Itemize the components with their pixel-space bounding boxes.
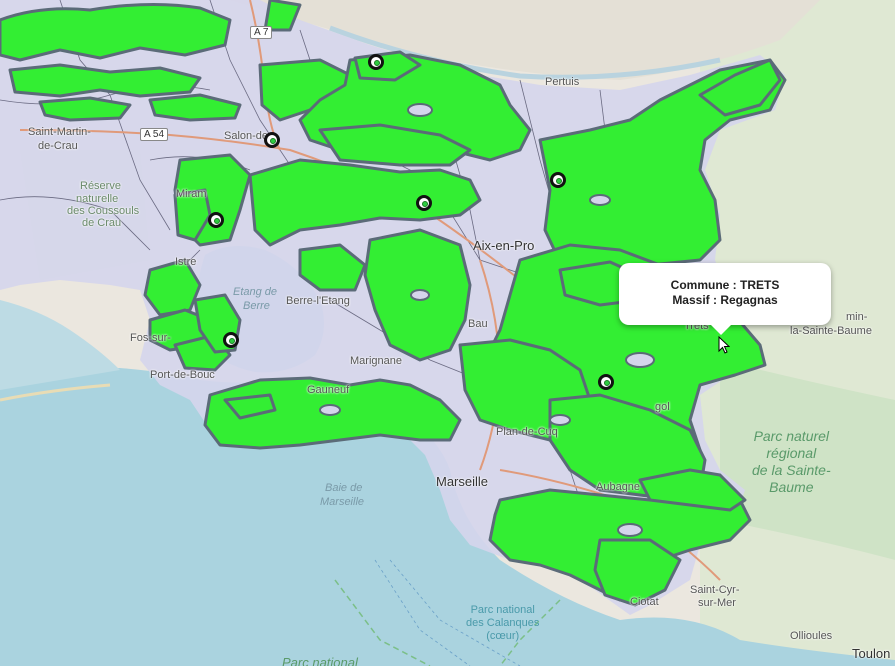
tooltip-pointer [711, 325, 731, 335]
reserve-label-2: naturelle [76, 193, 119, 205]
road-label-a54: A 54 [140, 128, 169, 141]
park-label-sainte-baume: Parc naturel régional de la Sainte- Baum… [752, 428, 831, 495]
water-label-etang-1: Etang de [233, 286, 278, 298]
place-label-ollioules: Ollioules [790, 630, 833, 642]
location-marker-1[interactable] [368, 54, 384, 70]
place-label-gol: gol [655, 401, 670, 413]
place-label-saint-martin: Saint-Martin- [28, 126, 91, 138]
place-label-gauneuf: Gauneuf [307, 384, 350, 396]
massif-tooltip: Commune : TRETS Massif : Regagnas [619, 263, 831, 335]
place-label-berre: Berre-l'Etang [286, 295, 350, 307]
road-label-a7: A 7 [250, 26, 273, 39]
location-marker-3[interactable] [550, 172, 566, 188]
place-label-marignane: Marignane [350, 355, 402, 367]
place-label-aix: Aix-en-Pro [473, 238, 535, 253]
place-label-port-de-bouc: Port-de-Bouc [150, 369, 215, 381]
place-label-istres: Istre [175, 256, 197, 268]
location-marker-4[interactable] [416, 195, 432, 211]
reserve-label-4: de Crau [82, 217, 122, 229]
map-view[interactable]: A 7 A 54 Pertuis Saint-Martin- de-Crau S… [0, 0, 895, 666]
reserve-label-3: des Coussouls [67, 205, 140, 217]
location-marker-7[interactable] [598, 374, 614, 390]
park-label-calanques: Parc national des Calanques (cœur) [466, 604, 540, 642]
place-label-saint-maximin: min- [846, 311, 868, 323]
place-label-saint-cyr-2: sur-Mer [698, 597, 736, 609]
water-label-baie-2: Marseille [320, 496, 365, 508]
place-label-toulon: Toulon [852, 646, 891, 661]
reserve-label-1: Réserve [80, 180, 121, 192]
location-marker-6[interactable] [223, 332, 239, 348]
place-label-pertuis: Pertuis [545, 76, 580, 88]
place-label-saint-cyr: Saint-Cyr- [690, 584, 740, 596]
water-label-etang-2: Berre [243, 300, 270, 312]
tooltip-commune: Commune : TRETS [670, 278, 780, 292]
place-label-saint-maximin-2: la-Sainte-Baume [790, 325, 872, 337]
location-marker-5[interactable] [208, 212, 224, 228]
place-label-fos: Fos-sur- [130, 332, 171, 344]
location-marker-2[interactable] [264, 132, 280, 148]
tooltip-massif: Massif : Regagnas [672, 293, 778, 307]
park-label-calanques-bottom: Parc national [282, 655, 358, 666]
place-label-salon: Salon-de [224, 130, 269, 142]
place-label-miramas: Miram [176, 188, 207, 200]
mouse-cursor-icon [718, 336, 730, 354]
place-label-ciotat: Ciotat [630, 596, 659, 608]
water-label-baie-1: Baie de [325, 482, 363, 494]
place-label-bau: Bau [468, 318, 488, 330]
place-label-plan-de-cuques: Plan-de-Cuq [496, 426, 558, 438]
place-label-aubagne: Aubagne [596, 481, 641, 493]
place-label-marseille: Marseille [436, 474, 489, 489]
place-label-saint-martin-2: de-Crau [38, 140, 78, 152]
